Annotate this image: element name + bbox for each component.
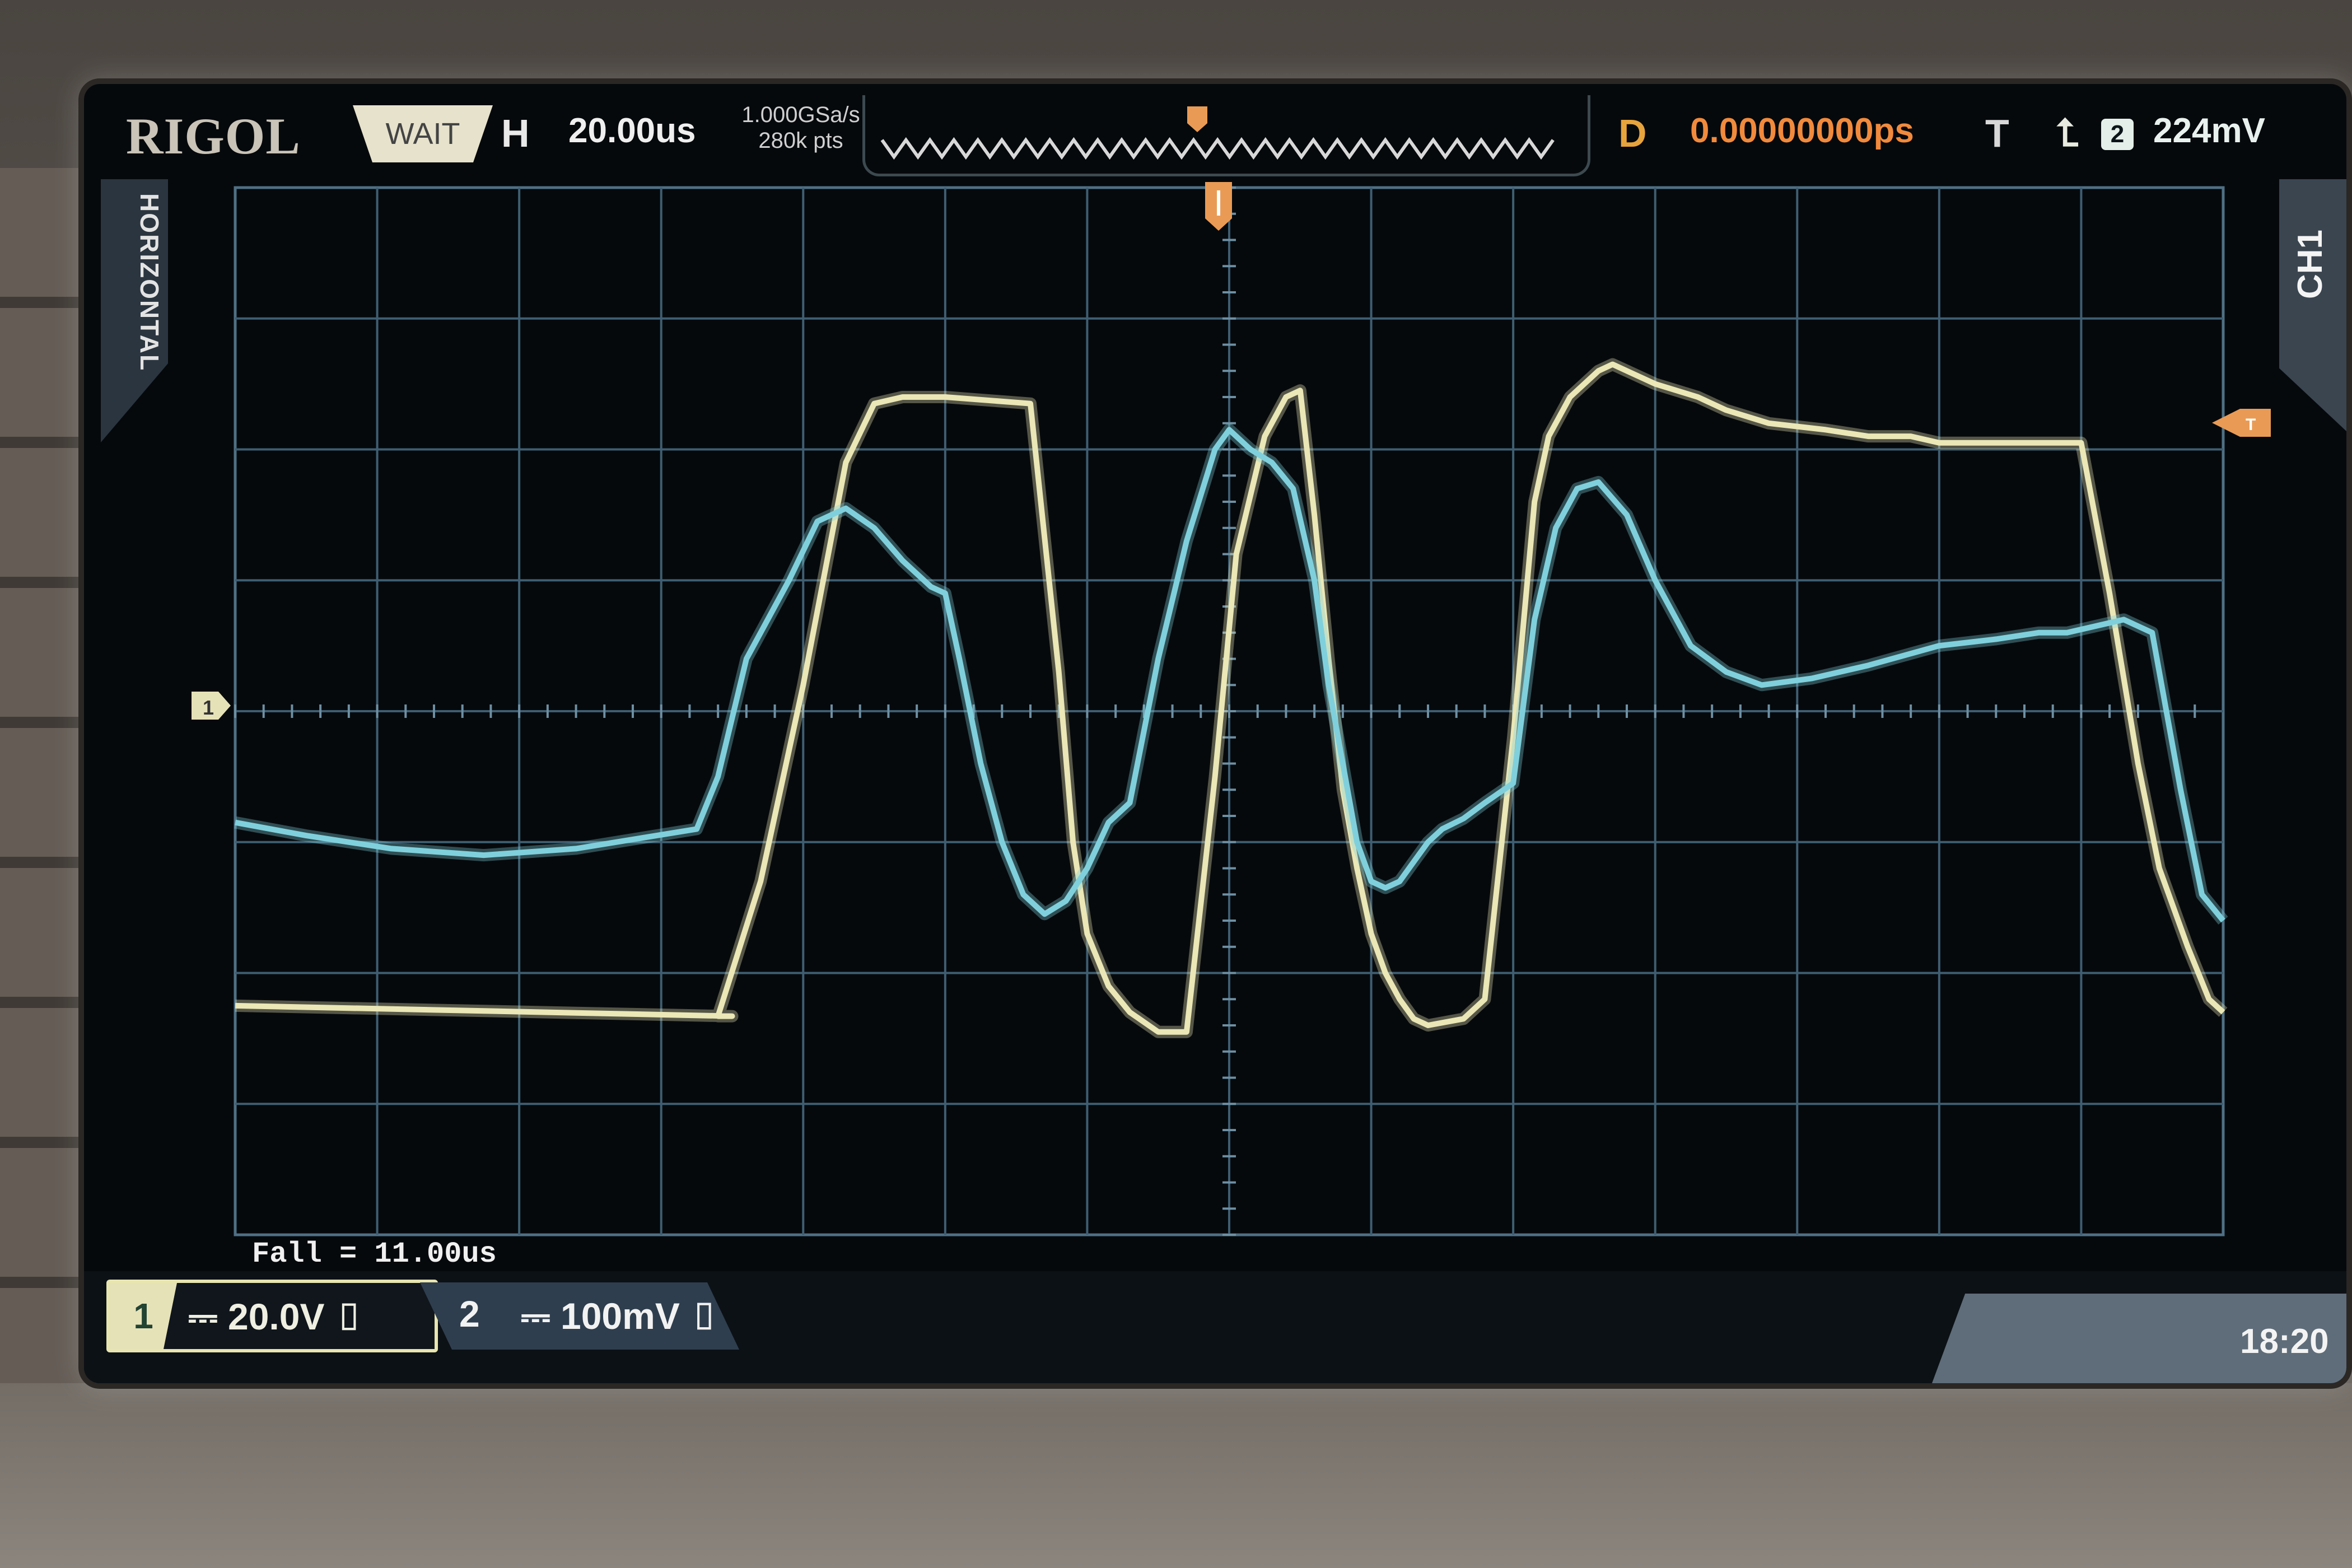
channel-2-scale-value: 100mV (561, 1295, 680, 1337)
channel-2-scale-box[interactable]: 2 ⎓ 100mV ▯ (420, 1282, 739, 1350)
trigger-level-marker-icon[interactable]: T (2212, 409, 2271, 437)
dc-coupling-icon: ⎓ (188, 1296, 228, 1337)
svg-text:T: T (2246, 416, 2256, 434)
oscilloscope-screen: RIGOL WAIT H 20.00us 1.000GSa/s 280k pts… (84, 84, 2346, 1383)
bandwidth-limit-icon: ▯ (679, 1295, 718, 1337)
channel-2-number: 2 (459, 1293, 480, 1334)
bezel-softkey-column (0, 168, 84, 1400)
bezel-bottom-frame (0, 1383, 2352, 1568)
fall-time-measurement: Fall = 11.00us (252, 1238, 497, 1271)
trigger-position-marker-icon[interactable] (1205, 182, 1232, 231)
channel-1-number: 1 (110, 1283, 177, 1349)
channel-2-scale: ⎓ 100mV ▯ (521, 1295, 718, 1339)
bandwidth-limit-icon: ▯ (324, 1296, 363, 1337)
svg-text:1: 1 (203, 696, 214, 719)
ch1-ground-marker-icon[interactable]: 1 (192, 692, 231, 720)
waveform-display[interactable]: 1 T (84, 84, 2346, 1383)
channel-1-scale: ⎓ 20.0V ▯ (188, 1295, 363, 1340)
channel-1-scale-box[interactable]: 1 ⎓ 20.0V ▯ (106, 1280, 438, 1352)
system-clock: 18:20 (2240, 1322, 2329, 1361)
dc-coupling-icon: ⎓ (521, 1295, 561, 1337)
channel-1-scale-value: 20.0V (228, 1296, 325, 1337)
graticule (234, 186, 2225, 1236)
